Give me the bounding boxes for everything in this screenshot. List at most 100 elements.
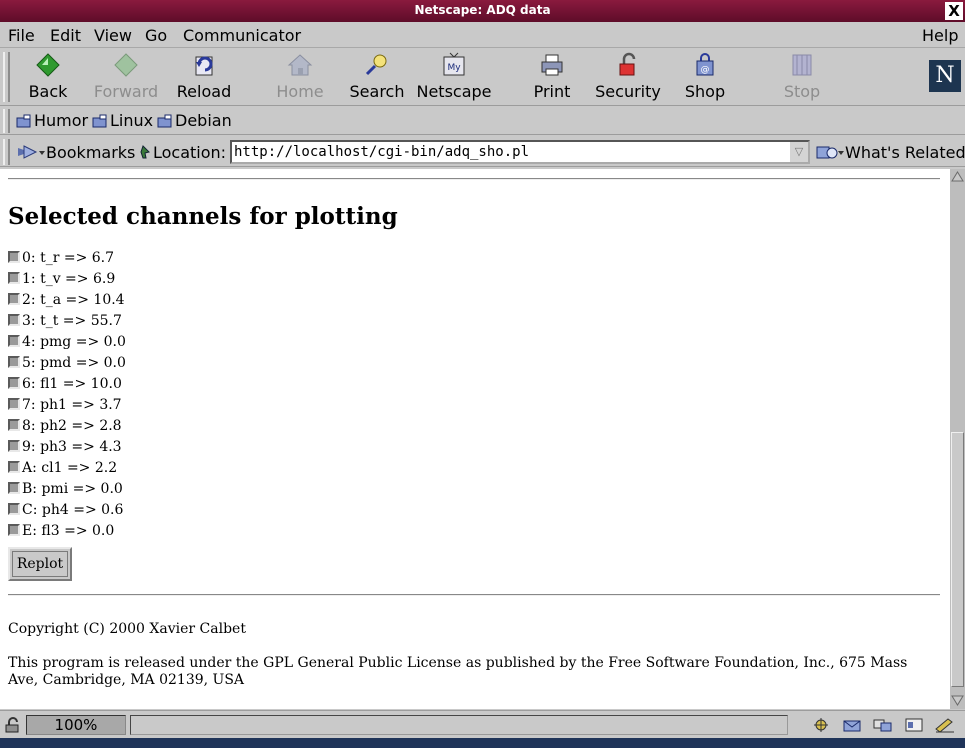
- vertical-scrollbar[interactable]: [950, 169, 965, 709]
- channel-label: A: cl1 => 2.2: [22, 460, 118, 476]
- newsgroups-component-icon[interactable]: [872, 717, 894, 733]
- checkbox-box[interactable]: [8, 398, 20, 410]
- checkbox-box[interactable]: [8, 419, 20, 431]
- checkbox-box[interactable]: [8, 335, 20, 347]
- search-button[interactable]: Search: [337, 52, 417, 101]
- url-input[interactable]: [234, 143, 790, 161]
- scroll-down-arrow-icon[interactable]: [951, 694, 964, 707]
- channel-label: 9: ph3 => 4.3: [22, 439, 122, 455]
- channel-label: 1: t_v => 6.9: [22, 271, 116, 287]
- checkbox-box[interactable]: [8, 356, 20, 368]
- forward-label: Forward: [93, 82, 159, 101]
- whats-related-icon: [816, 146, 844, 159]
- url-field[interactable]: ▽: [230, 140, 810, 164]
- channel-label: 6: fl1 => 10.0: [22, 376, 122, 392]
- channel-3-checkbox[interactable]: 3: t_t => 55.7: [8, 313, 122, 329]
- menu-communicator[interactable]: Communicator: [183, 26, 301, 45]
- location-toolbar-grip[interactable]: [3, 139, 10, 165]
- channel-a-checkbox[interactable]: A: cl1 => 2.2: [8, 460, 117, 476]
- bookmark-link-humor[interactable]: Humor: [16, 111, 88, 130]
- bookmark-link-linux-label: Linux: [110, 111, 154, 130]
- channel-5-checkbox[interactable]: 5: pmd => 0.0: [8, 355, 126, 371]
- menu-go[interactable]: Go: [145, 26, 167, 45]
- bookmarks-menu-button[interactable]: Bookmarks: [16, 143, 135, 162]
- menu-edit[interactable]: Edit: [50, 26, 81, 45]
- personal-toolbar: Humor Linux Debian: [0, 107, 965, 135]
- zoom-indicator: 100%: [26, 715, 126, 735]
- print-button[interactable]: Print: [512, 52, 592, 101]
- channel-e-checkbox[interactable]: E: fl3 => 0.0: [8, 523, 114, 539]
- address-book-component-icon[interactable]: [904, 717, 924, 733]
- status-message: [130, 715, 788, 735]
- url-history-dropdown[interactable]: ▽: [790, 142, 808, 162]
- netscape-logo[interactable]: N: [929, 60, 961, 92]
- menu-file[interactable]: File: [8, 26, 35, 45]
- page-content: Selected channels for plotting 0: t_r =>…: [0, 169, 950, 709]
- security-button[interactable]: Security: [588, 52, 668, 101]
- printer-icon: [541, 54, 563, 76]
- mail-component-icon[interactable]: [842, 717, 864, 733]
- checkbox-box[interactable]: [8, 251, 20, 263]
- netscape-label: Netscape: [416, 82, 492, 101]
- close-window-button[interactable]: X: [945, 2, 963, 20]
- netscape-button[interactable]: My Netscape: [414, 52, 494, 101]
- reload-icon: [195, 56, 213, 76]
- license-text: This program is released under the GPL G…: [8, 655, 908, 688]
- channel-4-checkbox[interactable]: 4: pmg => 0.0: [8, 334, 126, 350]
- scrollbar-thumb[interactable]: [951, 432, 964, 687]
- menu-view[interactable]: View: [94, 26, 132, 45]
- window-title: Netscape: ADQ data: [414, 3, 551, 17]
- location-toolbar: Bookmarks Location: ▽ What's Related: [0, 137, 965, 167]
- stop-label: Stop: [783, 82, 821, 101]
- personal-toolbar-grip[interactable]: [3, 109, 10, 133]
- reload-button[interactable]: Reload: [164, 52, 244, 101]
- checkbox-box[interactable]: [8, 293, 20, 305]
- page-heading: Selected channels for plotting: [8, 203, 398, 230]
- channel-b-checkbox[interactable]: B: pmi => 0.0: [8, 481, 123, 497]
- stop-button[interactable]: Stop: [762, 52, 842, 101]
- bottom-divider: [8, 594, 940, 596]
- shop-button[interactable]: @ Shop: [665, 52, 745, 101]
- replot-button[interactable]: Replot: [8, 547, 72, 581]
- channel-8-checkbox[interactable]: 8: ph2 => 2.8: [8, 418, 122, 434]
- home-button[interactable]: Home: [260, 52, 340, 101]
- menu-help[interactable]: Help: [922, 26, 958, 45]
- bookmark-link-linux[interactable]: Linux: [92, 111, 153, 130]
- checkbox-box[interactable]: [8, 461, 20, 473]
- scroll-up-arrow-icon[interactable]: [951, 170, 964, 183]
- checkbox-box[interactable]: [8, 503, 20, 515]
- bookmarks-icon: [18, 145, 45, 159]
- checkbox-box[interactable]: [8, 482, 20, 494]
- bookmark-folder-icon: [16, 114, 31, 128]
- forward-button[interactable]: Forward: [86, 52, 166, 101]
- menu-bar: File Edit View Go Communicator Help: [0, 22, 965, 48]
- back-button[interactable]: Back: [8, 52, 88, 101]
- whats-related-button[interactable]: What's Related: [815, 143, 965, 162]
- channel-6-checkbox[interactable]: 6: fl1 => 10.0: [8, 376, 122, 392]
- bookmark-folder-icon: [157, 114, 172, 128]
- channel-c-checkbox[interactable]: C: ph4 => 0.6: [8, 502, 123, 518]
- composer-component-icon[interactable]: [934, 717, 956, 733]
- bookmark-link-debian[interactable]: Debian: [157, 111, 232, 130]
- my-netscape-icon: My: [443, 52, 465, 76]
- checkbox-box[interactable]: [8, 314, 20, 326]
- location-label: Location:: [137, 143, 226, 162]
- channel-2-checkbox[interactable]: 2: t_a => 10.4: [8, 292, 125, 308]
- navigation-toolbar: Back Forward Reload Home Search My Netsc…: [0, 48, 965, 106]
- checkbox-box[interactable]: [8, 524, 20, 536]
- checkbox-box[interactable]: [8, 377, 20, 389]
- print-label: Print: [533, 82, 571, 101]
- bookmark-link-humor-label: Humor: [34, 111, 89, 130]
- channel-label: 7: ph1 => 3.7: [22, 397, 122, 413]
- security-lock-icon[interactable]: [4, 717, 22, 733]
- window-title-bar[interactable]: Netscape: ADQ data X: [0, 0, 965, 22]
- channel-9-checkbox[interactable]: 9: ph3 => 4.3: [8, 439, 122, 455]
- channel-7-checkbox[interactable]: 7: ph1 => 3.7: [8, 397, 122, 413]
- channel-0-checkbox[interactable]: 0: t_r => 6.7: [8, 250, 114, 266]
- checkbox-box[interactable]: [8, 272, 20, 284]
- channel-1-checkbox[interactable]: 1: t_v => 6.9: [8, 271, 115, 287]
- checkbox-box[interactable]: [8, 440, 20, 452]
- navigator-component-icon[interactable]: [812, 717, 830, 733]
- back-label: Back: [28, 82, 68, 101]
- bookmark-link-debian-label: Debian: [175, 111, 232, 130]
